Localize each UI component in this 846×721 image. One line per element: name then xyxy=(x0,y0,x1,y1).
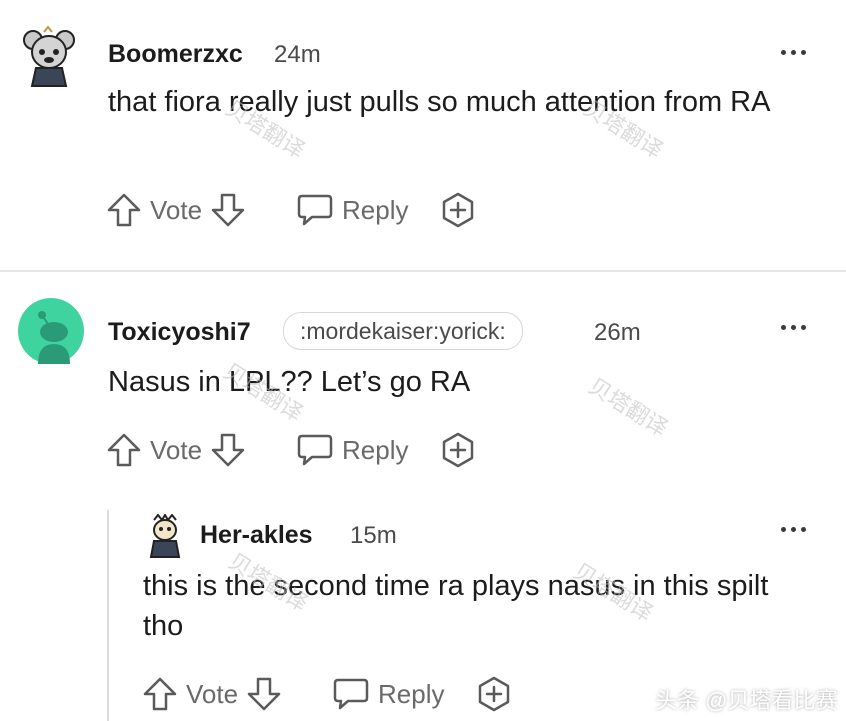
more-options-icon[interactable] xyxy=(781,325,806,330)
award-plus-icon[interactable] xyxy=(440,192,476,233)
more-options-icon[interactable] xyxy=(781,527,806,532)
comment-timestamp: 15m xyxy=(350,522,397,549)
comment-username[interactable]: Her-akles xyxy=(200,521,313,550)
vote-control: Vote xyxy=(106,192,246,228)
vote-label: Vote xyxy=(186,678,239,709)
thread-line[interactable] xyxy=(107,510,109,721)
vote-control: Vote xyxy=(142,676,282,712)
comment-divider xyxy=(0,270,846,272)
comment-username[interactable]: Toxicyoshi7 xyxy=(108,318,251,347)
comment-timestamp: 26m xyxy=(594,319,641,346)
comment-body: that fiora really just pulls so much att… xyxy=(108,86,771,118)
downvote-icon[interactable] xyxy=(246,676,282,712)
vote-control: Vote xyxy=(106,432,246,468)
reply-button[interactable]: Reply xyxy=(332,676,444,712)
avatar[interactable] xyxy=(18,298,84,364)
reply-bubble-icon xyxy=(332,676,370,712)
reply-button[interactable]: Reply xyxy=(296,432,408,468)
reply-bubble-icon xyxy=(296,432,334,468)
comment-timestamp: 24m xyxy=(274,41,321,68)
downvote-icon[interactable] xyxy=(210,432,246,468)
downvote-icon[interactable] xyxy=(210,192,246,228)
reply-label: Reply xyxy=(342,434,409,465)
reply-label: Reply xyxy=(342,194,409,225)
comment-username[interactable]: Boomerzxc xyxy=(108,40,243,69)
reply-bubble-icon xyxy=(296,192,334,228)
more-options-icon[interactable] xyxy=(781,50,806,55)
award-plus-icon[interactable] xyxy=(476,676,512,717)
comment-body: Nasus in LPL?? Let’s go RA xyxy=(108,366,471,398)
user-flair: :mordekaiser:yorick: xyxy=(283,312,523,350)
avatar[interactable] xyxy=(146,513,184,558)
footer-watermark: 头条 @贝塔看比赛 xyxy=(655,688,838,713)
upvote-icon[interactable] xyxy=(106,432,142,468)
upvote-icon[interactable] xyxy=(142,676,178,712)
avatar[interactable] xyxy=(22,25,76,88)
upvote-icon[interactable] xyxy=(106,192,142,228)
vote-label: Vote xyxy=(150,194,203,225)
reply-label: Reply xyxy=(378,678,445,709)
award-plus-icon[interactable] xyxy=(440,432,476,473)
reply-button[interactable]: Reply xyxy=(296,192,408,228)
vote-label: Vote xyxy=(150,434,203,465)
